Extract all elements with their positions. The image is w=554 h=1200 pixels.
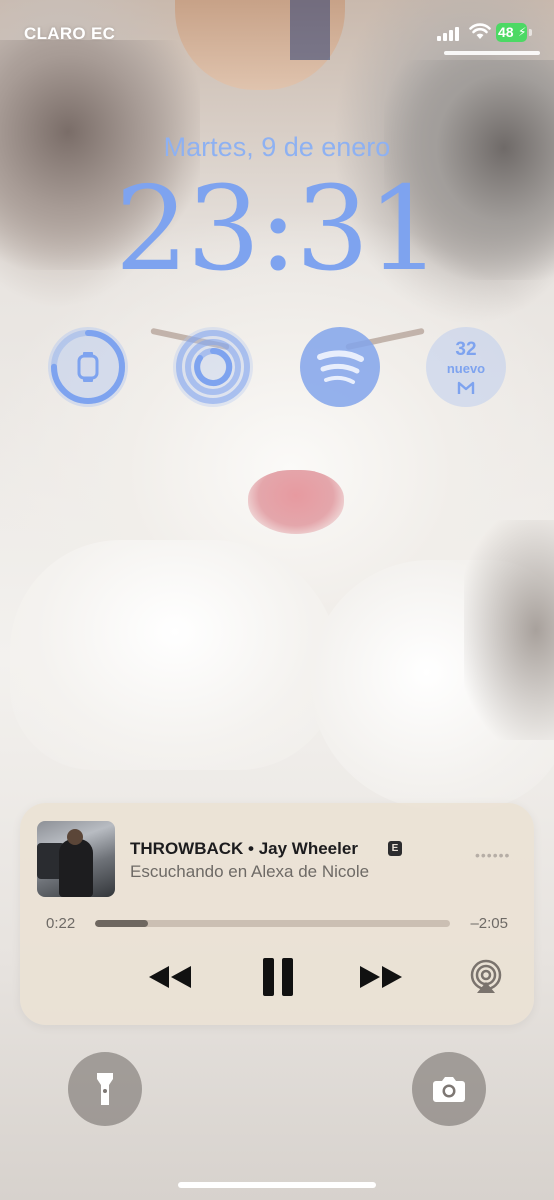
activity-rings-icon <box>176 330 250 404</box>
elapsed-time: 0:22 <box>46 915 76 932</box>
more-options-icon[interactable]: •••••• <box>475 847 510 863</box>
wallpaper-detail <box>464 520 554 740</box>
pause-button[interactable] <box>254 955 302 999</box>
spotify-icon <box>317 350 364 384</box>
battery-charging-icon: 48 ⚡ <box>496 23 532 42</box>
fast-forward-icon <box>360 966 402 988</box>
fast-forward-button[interactable] <box>355 955 407 999</box>
status-bar: CLARO EC 48 ⚡ <box>0 0 554 60</box>
progress-scrubber[interactable] <box>95 920 450 927</box>
album-artwork[interactable] <box>37 821 115 897</box>
mail-widget[interactable]: 32 nuevo <box>426 327 506 407</box>
track-title: THROWBACK • Jay Wheeler <box>130 839 358 858</box>
gmail-icon <box>457 381 475 394</box>
home-indicator[interactable] <box>178 1182 376 1188</box>
apple-watch-icon <box>77 352 99 382</box>
playback-device: Escuchando en Alexa de Nicole <box>130 862 370 881</box>
unread-count: 32 <box>455 339 477 360</box>
unread-label: nuevo <box>446 361 486 376</box>
remaining-time: –2:05 <box>470 915 508 932</box>
control-center-grabber[interactable] <box>444 51 540 55</box>
pause-icon <box>263 958 293 996</box>
wallpaper-detail <box>10 540 340 770</box>
spotify-widget[interactable] <box>300 327 380 407</box>
airplay-icon <box>470 959 502 993</box>
fitness-rings-widget[interactable] <box>173 327 253 407</box>
explicit-badge: E <box>388 841 402 856</box>
carrier-name: CLARO EC <box>24 24 116 43</box>
charging-bolt-icon: ⚡ <box>518 25 527 39</box>
progress-fill <box>95 920 149 927</box>
lock-screen-date: Martes, 9 de enero <box>163 132 391 162</box>
wallpaper-detail <box>248 470 344 534</box>
rewind-icon <box>149 966 191 988</box>
cellular-signal-icon <box>437 25 463 41</box>
camera-icon <box>433 1077 465 1102</box>
wifi-icon <box>469 23 491 39</box>
camera-button[interactable] <box>412 1052 486 1126</box>
now-playing-card[interactable]: THROWBACK • Jay Wheeler E Escuchando en … <box>20 803 534 1025</box>
lock-screen-clock[interactable]: 23:31 <box>0 165 554 295</box>
flashlight-button[interactable] <box>68 1052 142 1126</box>
airplay-button[interactable] <box>465 955 507 999</box>
watch-battery-widget[interactable] <box>48 327 128 407</box>
battery-percent: 48 <box>498 24 514 40</box>
rewind-button[interactable] <box>144 955 196 999</box>
flashlight-icon <box>97 1073 113 1105</box>
